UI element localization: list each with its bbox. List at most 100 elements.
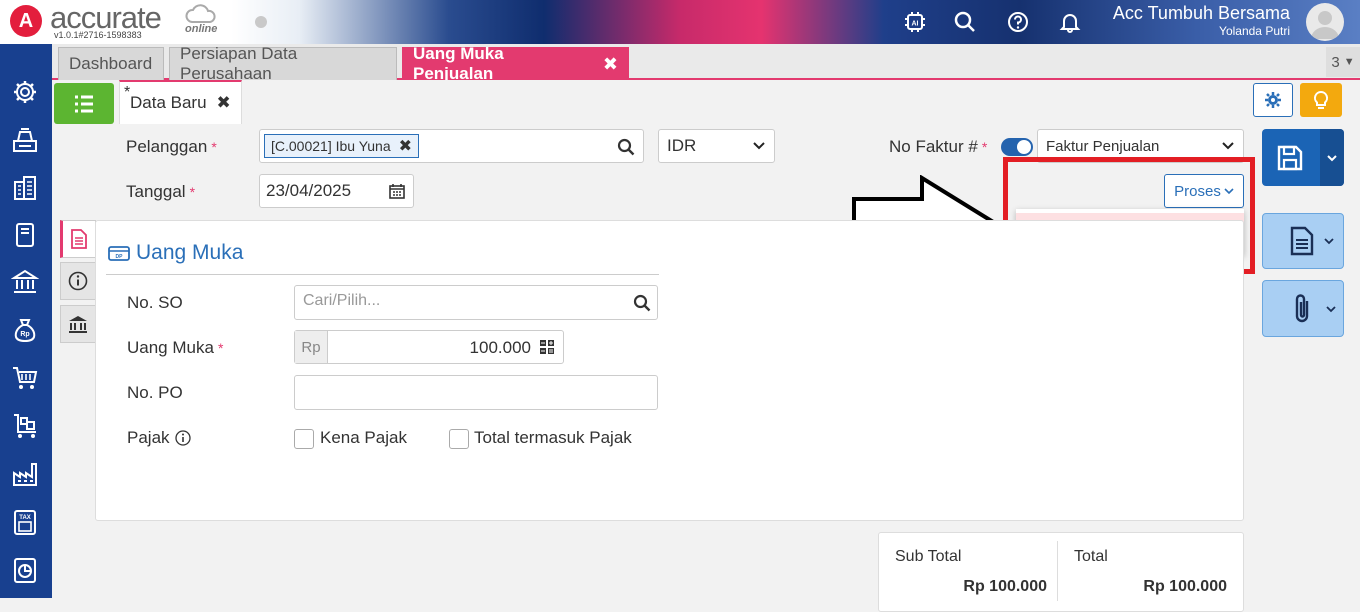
warehouse-cart-icon[interactable] (9, 410, 41, 442)
search-icon[interactable] (617, 138, 635, 156)
close-tab-icon[interactable]: ✖ (603, 54, 618, 75)
paperclip-icon (1295, 293, 1309, 322)
uang-muka-field[interactable]: Rp 100.000 (294, 330, 564, 364)
totals-divider (1057, 541, 1058, 601)
tanggal-field[interactable]: 23/04/2025 (259, 174, 414, 208)
tab-detail[interactable] (60, 220, 96, 258)
close-subtab-icon[interactable]: ✖ (217, 93, 231, 113)
uang-muka-value: 100.000 (469, 338, 531, 357)
user-name: Yolanda Putri (1219, 24, 1290, 38)
no-so-placeholder: Cari/Pilih... (303, 292, 381, 309)
info-icon (68, 271, 88, 291)
remove-chip-icon[interactable]: ✖ (399, 136, 412, 156)
kena-pajak-checkbox[interactable] (294, 429, 314, 449)
chevron-down-icon (1222, 142, 1234, 150)
tanggal-label: Tanggal * (126, 182, 195, 202)
currency-select[interactable]: IDR (658, 129, 775, 163)
money-icon: DP (108, 246, 130, 261)
tab-dashboard[interactable]: Dashboard (58, 47, 164, 80)
tips-button[interactable] (1300, 83, 1342, 117)
print-document-button[interactable] (1262, 213, 1344, 269)
chevron-down-icon (1327, 154, 1337, 161)
no-faktur-label-text: No Faktur # (889, 137, 978, 156)
required-mark: * (217, 340, 224, 356)
chevron-down-icon (753, 142, 765, 150)
chevron-down-icon (1324, 238, 1334, 245)
document-icon (1290, 226, 1314, 256)
form-settings-button[interactable] (1253, 83, 1293, 117)
search-icon[interactable] (952, 9, 978, 35)
faktur-type-value: Faktur Penjualan (1046, 138, 1160, 155)
chevron-down-icon: ▼ (1343, 56, 1355, 68)
building-icon[interactable] (9, 172, 41, 204)
tab-bank[interactable] (60, 305, 96, 343)
subtab-label: Data Baru (130, 93, 207, 112)
pelanggan-value: [C.00021] Ibu Yuna (271, 138, 391, 154)
tanggal-label-text: Tanggal (126, 182, 186, 201)
required-mark: * (211, 139, 217, 155)
ai-chip-icon[interactable]: AI (902, 9, 928, 35)
kena-pajak-label: Kena Pajak (320, 428, 407, 447)
info-icon[interactable] (174, 430, 191, 446)
sub-total-value: Rp 100.000 (963, 578, 1047, 595)
settings-icon[interactable] (9, 76, 41, 108)
list-view-button[interactable] (54, 83, 114, 124)
svg-text:DP: DP (116, 254, 124, 260)
cash-register-icon[interactable] (9, 124, 41, 156)
pelanggan-label: Pelanggan * (126, 137, 217, 157)
calendar-icon[interactable] (389, 183, 405, 199)
app-version: v1.0.1#2716-1598383 (54, 30, 142, 40)
shopping-cart-icon[interactable] (9, 362, 41, 394)
currency-value: IDR (667, 136, 697, 155)
search-icon[interactable] (633, 294, 651, 312)
bell-icon[interactable] (1057, 9, 1083, 35)
chevron-down-icon (1326, 305, 1336, 312)
tab-count-label: 3 (1331, 53, 1340, 71)
module-tabs: Dashboard Persiapan Data Perusahaan Uang… (52, 44, 1360, 83)
sub-total-label: Sub Total (895, 548, 962, 565)
required-mark: * (189, 184, 196, 200)
user-avatar-icon (1311, 11, 1339, 39)
bank-icon[interactable] (9, 266, 41, 298)
status-dot-icon (255, 16, 267, 28)
no-po-label: No. PO (127, 383, 183, 402)
total-termasuk-pajak-label: Total termasuk Pajak (474, 428, 632, 447)
company-name: Acc Tumbuh Bersama (1112, 3, 1290, 23)
panel-title-text: Uang Muka (136, 241, 244, 264)
calculator-icon[interactable] (539, 339, 555, 355)
tab-label: Uang Muka Penjualan (413, 44, 504, 83)
cloud-icon (185, 4, 216, 23)
total-label: Total (1074, 548, 1108, 565)
list-icon (75, 95, 93, 112)
book-icon[interactable] (9, 219, 41, 251)
total-termasuk-pajak-checkbox[interactable] (449, 429, 469, 449)
tab-info[interactable] (60, 262, 96, 300)
report-chart-icon[interactable] (9, 554, 41, 586)
panel-title: DP Uang Muka (108, 241, 243, 265)
factory-icon[interactable] (9, 458, 41, 490)
no-po-field[interactable] (294, 375, 658, 410)
tax-icon[interactable]: TAX (9, 506, 41, 538)
bank-icon (69, 316, 87, 333)
tab-persiapan-data[interactable]: Persiapan Data Perusahaan (169, 44, 397, 83)
money-bag-icon[interactable]: Rp (9, 314, 41, 346)
pelanggan-field[interactable]: [C.00021] Ibu Yuna ✖ (259, 129, 644, 163)
attachment-button[interactable] (1262, 280, 1344, 337)
lightbulb-icon (1313, 90, 1329, 109)
pajak-label-text: Pajak (127, 428, 170, 447)
subtab-data-baru[interactable]: * Data Baru ✖ (119, 80, 242, 124)
svg-text:TAX: TAX (19, 515, 31, 521)
save-options-toggle[interactable] (1320, 129, 1344, 186)
uang-muka-label: Uang Muka * (127, 338, 223, 358)
auto-number-toggle[interactable] (1001, 138, 1033, 156)
tab-uang-muka-penjualan[interactable]: Uang Muka Penjualan ✖ (402, 44, 629, 83)
avatar[interactable] (1306, 3, 1344, 41)
document-icon (71, 229, 87, 249)
tab-label: Persiapan Data Perusahaan (180, 44, 298, 83)
no-so-search-field[interactable]: Cari/Pilih... (294, 285, 658, 320)
help-icon[interactable] (1005, 9, 1031, 35)
save-button[interactable] (1262, 129, 1344, 186)
tab-overflow-count[interactable]: 3 ▼ (1326, 47, 1360, 77)
pelanggan-label-text: Pelanggan (126, 137, 208, 156)
company-info[interactable]: Acc Tumbuh Bersama Yolanda Putri (1113, 3, 1290, 39)
